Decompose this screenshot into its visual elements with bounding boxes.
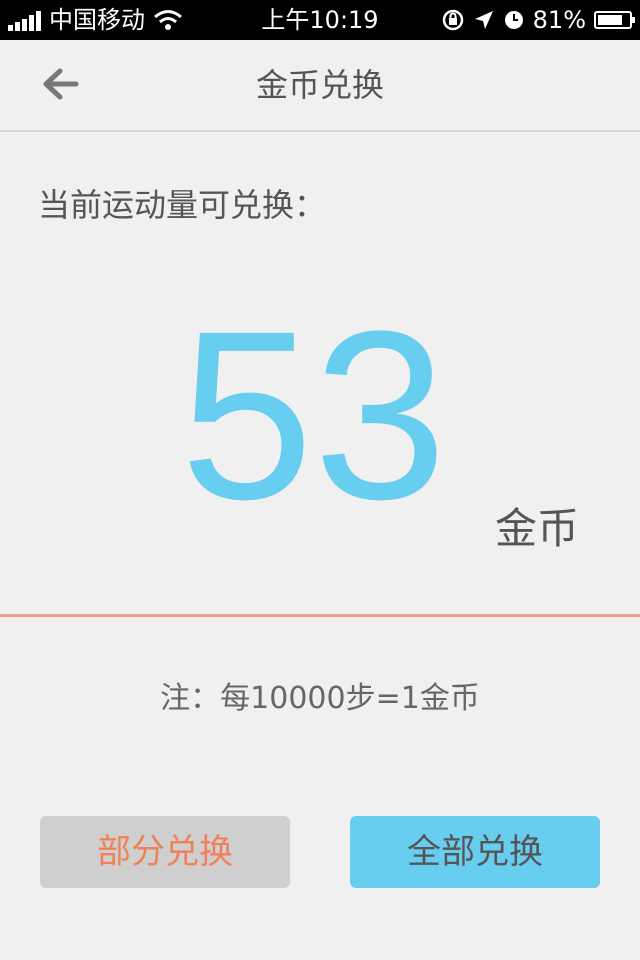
alarm-icon <box>504 11 523 29</box>
partial-exchange-button[interactable]: 部分兑换 <box>40 816 290 888</box>
status-right: 81% <box>441 0 635 40</box>
page-title: 金币兑换 <box>255 66 384 104</box>
exchange-label: 当前运动量可兑换： <box>38 186 327 224</box>
divider <box>0 614 640 617</box>
exchange-note: 注：每10000步=1金币 <box>160 681 480 716</box>
battery-fill <box>598 15 622 25</box>
coin-unit: 金币 <box>495 504 580 553</box>
nav-bar: 金币兑换 <box>0 40 640 132</box>
status-bar: 中国移动 上午10:19 81% <box>0 0 640 40</box>
battery-icon <box>594 11 635 29</box>
coin-amount: 53 <box>180 281 447 549</box>
battery-percent: 81% <box>532 6 586 34</box>
location-icon <box>474 11 493 29</box>
exchange-all-button[interactable]: 全部兑换 <box>350 816 600 888</box>
rotation-lock-icon <box>442 9 463 31</box>
